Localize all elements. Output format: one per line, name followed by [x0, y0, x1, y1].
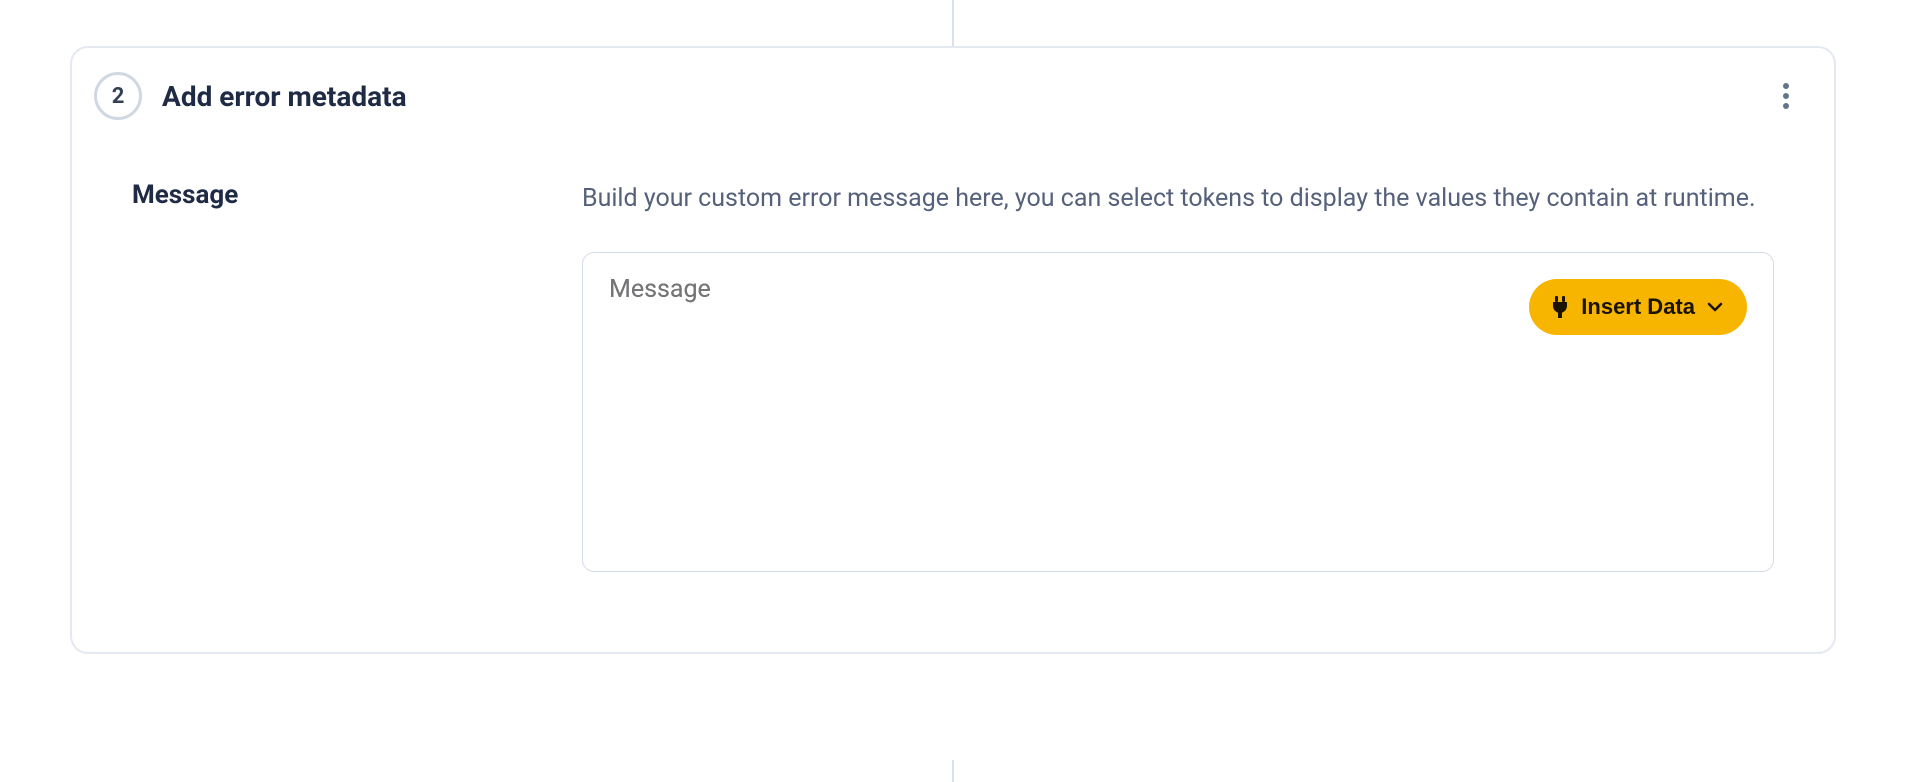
plug-icon [1551, 296, 1569, 318]
flow-connector-top [952, 0, 954, 46]
step-body: Message Build your custom error message … [72, 120, 1834, 572]
message-field-help: Build your custom error message here, yo… [582, 180, 1774, 218]
flow-connector-bottom [952, 760, 954, 782]
insert-data-button[interactable]: Insert Data [1529, 279, 1747, 335]
field-content-column: Build your custom error message here, yo… [582, 180, 1774, 572]
insert-data-label: Insert Data [1581, 294, 1695, 320]
field-label-column: Message [132, 180, 582, 572]
step-header: 2 Add error metadata [72, 72, 1834, 120]
step-title: Add error metadata [162, 80, 1768, 113]
step-panel: 2 Add error metadata Message Build your … [70, 46, 1836, 654]
message-field-label: Message [132, 180, 582, 210]
step-options-button[interactable] [1768, 78, 1804, 114]
chevron-down-icon [1707, 302, 1723, 312]
step-number-badge: 2 [94, 72, 142, 120]
step-number: 2 [112, 84, 125, 109]
kebab-icon [1782, 82, 1790, 110]
message-textarea-shell: Message Insert Data [582, 252, 1774, 572]
